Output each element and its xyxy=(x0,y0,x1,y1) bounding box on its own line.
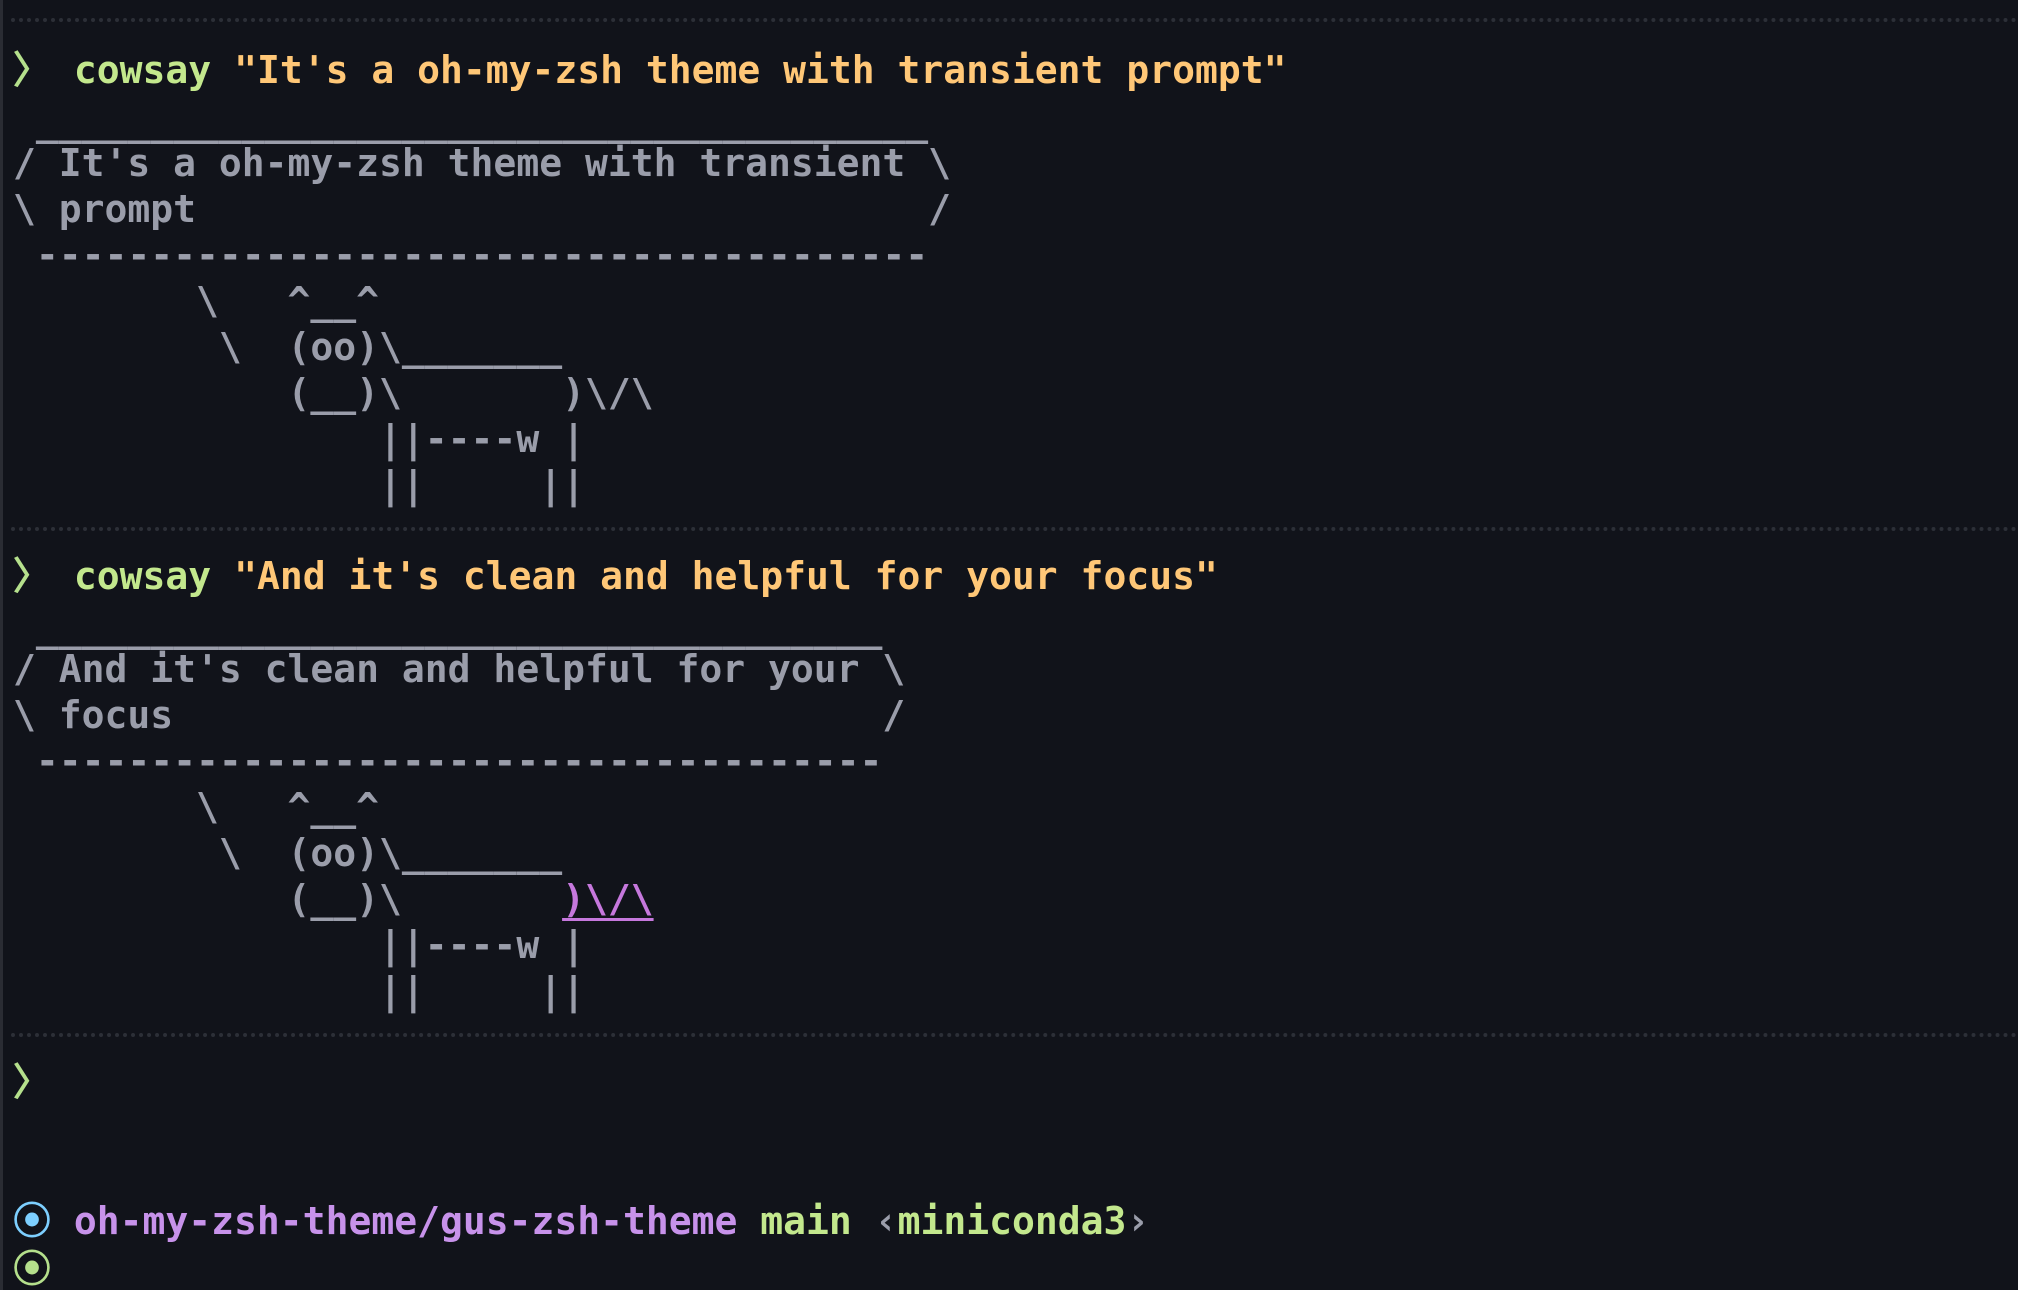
cow-art-line: || || xyxy=(13,969,585,1013)
prompt-separator xyxy=(11,18,2018,22)
prompt-separator xyxy=(11,527,2018,531)
command-line-1: 〉 cowsay "It's a oh-my-zsh theme with tr… xyxy=(13,47,1286,93)
cow-art-line: \ ^__^ xyxy=(13,785,380,829)
cow-art-text: (__)\ xyxy=(13,877,563,921)
cow-art-line: ||----w | xyxy=(13,417,585,461)
highlighted-fragment[interactable]: )\/\ xyxy=(562,877,654,921)
command-name: cowsay xyxy=(73,48,212,92)
git-branch: main xyxy=(760,1199,852,1243)
status-dot-icon: ⦿ xyxy=(13,1199,52,1243)
speech-bubble-line: \ prompt / xyxy=(13,187,951,231)
prompt-symbol: 〉 xyxy=(13,1060,52,1104)
cow-art-line: (__)\ )\/\ xyxy=(13,876,654,922)
status-line: ⦿ oh-my-zsh-theme/gus-zsh-theme main ‹mi… xyxy=(13,1198,1149,1244)
cow-art-line: \ ^__^ xyxy=(13,279,380,323)
prompt-symbol: 〉 xyxy=(13,48,52,92)
speech-bubble-line: _____________________________________ xyxy=(13,606,883,650)
cow-art-line: \ (oo)\_______ xyxy=(13,831,563,875)
speech-bubble-line: / And it's clean and helpful for your \ xyxy=(13,647,906,691)
cow-art-line: \ (oo)\_______ xyxy=(13,325,563,369)
prompt-separator xyxy=(11,1033,2018,1037)
current-path: oh-my-zsh-theme/gus-zsh-theme xyxy=(73,1199,738,1243)
input-prompt-line[interactable]: ⦿ xyxy=(13,1246,51,1290)
env-open-bracket: ‹ xyxy=(874,1199,898,1243)
cow-art-line: ||----w | xyxy=(13,923,585,967)
command-argument: "It's a oh-my-zsh theme with transient p… xyxy=(234,48,1287,92)
env-close-bracket: › xyxy=(1126,1199,1150,1243)
prompt-symbol: 〉 xyxy=(13,554,52,598)
cow-art-line: || || xyxy=(13,463,585,507)
speech-bubble-line: / It's a oh-my-zsh theme with transient … xyxy=(13,141,951,185)
cow-art-line: (__)\ )\/\ xyxy=(13,371,654,415)
command-argument: "And it's clean and helpful for your foc… xyxy=(234,554,1218,598)
empty-prompt-line[interactable]: 〉 xyxy=(13,1059,51,1105)
terminal-window[interactable]: 〉 cowsay "It's a oh-my-zsh theme with tr… xyxy=(0,0,2018,1290)
speech-bubble-line: --------------------------------------- xyxy=(13,233,929,277)
speech-bubble-line: _______________________________________ xyxy=(13,100,929,144)
command-name: cowsay xyxy=(73,554,212,598)
input-dot-icon: ⦿ xyxy=(13,1247,52,1290)
speech-bubble-line: \ focus / xyxy=(13,693,906,737)
command-line-2: 〉 cowsay "And it's clean and helpful for… xyxy=(13,553,1218,599)
speech-bubble-line: ------------------------------------- xyxy=(13,739,883,783)
conda-env: miniconda3 xyxy=(897,1199,1127,1243)
